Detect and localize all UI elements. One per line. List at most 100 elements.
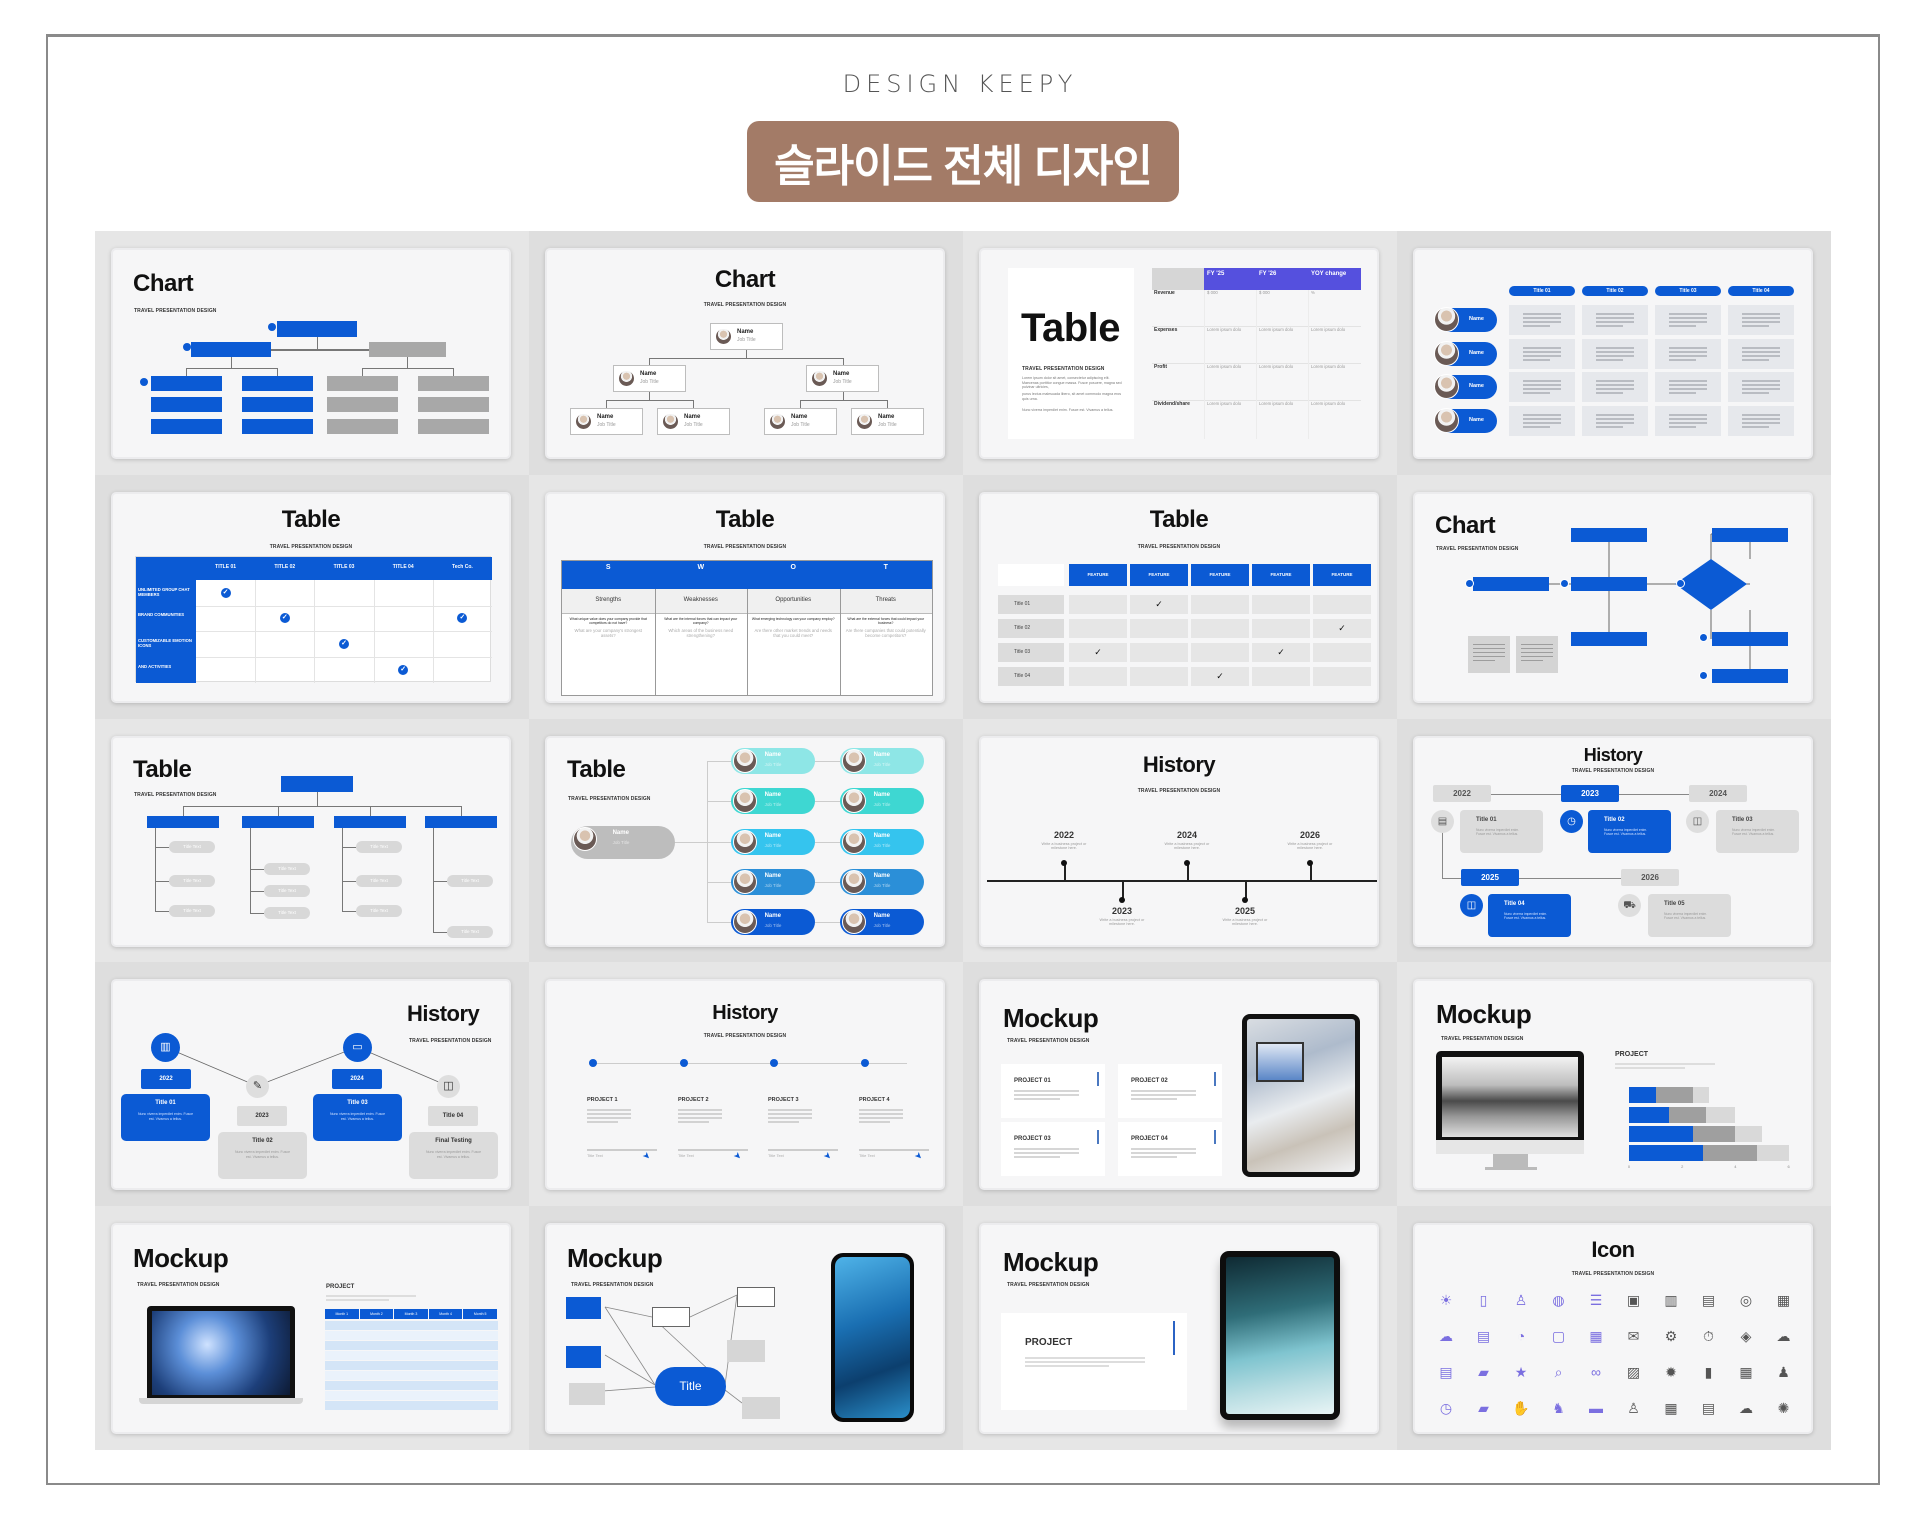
text-placeholder <box>1669 384 1707 386</box>
monitor-base <box>1485 1167 1537 1171</box>
title-text-label: Title Text <box>587 1153 603 1159</box>
slide-thumbnail-5[interactable]: Table TRAVEL PRESENTATION DESIGN TITLE 01 T… <box>111 491 511 703</box>
note-box <box>1516 635 1558 673</box>
connector-line <box>815 800 840 802</box>
column-header-pill: Title 01 <box>1509 286 1575 296</box>
name-label: Name <box>873 832 890 839</box>
project-label: PROJECT <box>326 1284 355 1291</box>
slide-thumbnail-4[interactable]: Title 01 Title 02 Title 03 Title 04 Name Name… <box>1413 248 1813 459</box>
text-placeholder <box>587 1109 631 1111</box>
text-placeholder <box>1596 380 1634 382</box>
bar-segment <box>1703 1145 1757 1162</box>
body-text: Lorem ipsum dolor sit amet, consectetur … <box>1022 376 1122 390</box>
swot-letter: W <box>697 563 705 571</box>
job-title-label: Job Title <box>764 842 782 848</box>
swot-prompt: Are there companies that could potential… <box>845 627 926 638</box>
tablet-mockup <box>1220 1251 1340 1421</box>
org-box <box>418 376 489 391</box>
slide-thumbnail-20[interactable]: Icon TRAVEL PRESENTATION DESIGN ☀ ▯ ♙ ◍ ☰ ▣ ▥ ▤ ◎ ▦… <box>1413 1223 1813 1435</box>
text-placeholder <box>1596 351 1634 353</box>
name-pill: Name Job Title <box>731 828 815 855</box>
text-placeholder <box>1523 359 1550 361</box>
slide-subtitle: TRAVEL PRESENTATION DESIGN <box>568 795 651 802</box>
icon-sample: ⏱ <box>1703 1328 1714 1345</box>
text-placeholder <box>768 1121 799 1123</box>
column-header-pill: Title 04 <box>1728 286 1794 296</box>
text-placeholder <box>1523 347 1561 349</box>
cell-value: Lorem ipsum dolo <box>1259 401 1294 406</box>
column-header: TITLE 01 <box>215 563 237 570</box>
column-header-pill: Title 03 <box>1655 286 1721 296</box>
slide-thumbnail-1[interactable]: Chart TRAVEL PRESENTATION DESIGN <box>111 248 511 459</box>
text-placeholder <box>1014 1156 1060 1158</box>
row-label: BRAND COMMUNITIES <box>138 612 185 618</box>
avatar-photo <box>715 328 732 345</box>
text-placeholder <box>1742 347 1780 349</box>
connector-line <box>370 805 371 816</box>
slide-title: Table <box>281 505 341 533</box>
text-placeholder <box>1742 392 1769 394</box>
name-pill: Name Job Title <box>731 787 815 814</box>
text-placeholder <box>1596 388 1634 390</box>
avatar-photo <box>842 788 866 813</box>
icon-sample: ▬ <box>1589 1400 1603 1417</box>
check-icon: ✓ <box>1252 642 1310 662</box>
slide-thumbnail-12[interactable]: History TRAVEL PRESENTATION DESIGN 2022 Tit… <box>1413 735 1813 947</box>
slide-thumbnail-13[interactable]: History TRAVEL PRESENTATION DESIGN ▥ ✎ ▭ ◫ 202… <box>111 979 511 1191</box>
slide-thumbnail-7[interactable]: Table TRAVEL PRESENTATION DESIGN FEATURE FE… <box>979 491 1379 703</box>
slide-thumbnail-14[interactable]: History TRAVEL PRESENTATION DESIGN PROJECT… <box>545 979 945 1191</box>
cursor-icon: ➤ <box>821 1150 835 1163</box>
slide-thumbnail-10[interactable]: Table TRAVEL PRESENTATION DESIGN Name Job T… <box>545 735 945 947</box>
brand-name: DESIGN KEEPY <box>842 70 1078 98</box>
org-box-top <box>281 775 353 792</box>
connector-line <box>183 805 184 816</box>
year-box: 2025 <box>1461 868 1519 886</box>
name-card: Name Job Title <box>570 408 643 435</box>
slide-thumbnail-15[interactable]: Mockup TRAVEL PRESENTATION DESIGN PROJECT … <box>979 979 1379 1191</box>
slide-thumbnail-9[interactable]: Table TRAVEL PRESENTATION DESIGN Title Tex… <box>111 735 511 947</box>
name-pill: Name Job Title <box>571 825 675 859</box>
title-text-pill: Title Text <box>169 840 215 853</box>
slide-subtitle: TRAVEL PRESENTATION DESIGN <box>137 1282 220 1289</box>
job-title-label: Job Title <box>737 337 756 343</box>
slide-thumbnail-8[interactable]: Chart TRAVEL PRESENTATION DESIGN <box>1413 491 1813 703</box>
timeline-text: Write a business project or milestone he… <box>1099 917 1145 927</box>
year-box: 2026 <box>1621 868 1679 886</box>
column-header: Month 3 <box>394 1309 428 1320</box>
slide-thumbnail-19[interactable]: Mockup TRAVEL PRESENTATION DESIGN PROJECT <box>979 1223 1379 1435</box>
name-label: Name <box>1469 316 1484 322</box>
slide-thumbnail-16[interactable]: Mockup TRAVEL PRESENTATION DESIGN PROJECT 0… <box>1413 979 1813 1191</box>
slide-thumbnail-2[interactable]: Chart TRAVEL PRESENTATION DESIGN Name Job T… <box>545 248 945 459</box>
slide-thumbnail-3[interactable]: Table TRAVEL PRESENTATION DESIGN Lorem ips… <box>979 248 1379 459</box>
check-icon: ✓ <box>457 613 468 624</box>
name-label: Name <box>684 414 701 420</box>
text-placeholder <box>1742 317 1780 319</box>
step-text: Nunc viverra imperdiet enim. Fusce est. … <box>425 1150 482 1159</box>
slide-thumbnail-6[interactable]: Table TRAVEL PRESENTATION DESIGN S Strength… <box>545 491 945 703</box>
category-box <box>147 815 219 828</box>
slide-title: Chart <box>714 266 776 293</box>
job-title-label: Job Title <box>597 422 616 428</box>
slide-subtitle: TRAVEL PRESENTATION DESIGN <box>703 1033 787 1040</box>
connector-line <box>342 910 356 912</box>
avatar-photo <box>733 788 757 813</box>
text-placeholder <box>1669 317 1707 319</box>
text-placeholder <box>1669 321 1707 323</box>
cell-value: $ 000 <box>1207 290 1218 295</box>
slide-thumbnail-17[interactable]: Mockup TRAVEL PRESENTATION DESIGN PROJECT M… <box>111 1223 511 1435</box>
slide-thumbnail-11[interactable]: History TRAVEL PRESENTATION DESIGN 2022 Wri… <box>979 735 1379 947</box>
monitor-mockup <box>1436 1051 1584 1141</box>
text-placeholder <box>1521 655 1553 658</box>
column-header: FY '25 <box>1207 271 1225 277</box>
event-title: Title 05 <box>1664 900 1685 907</box>
step-text: Nunc viverra imperdiet enim. Fusce est. … <box>137 1112 194 1121</box>
column-header: FEATURE <box>1313 563 1371 586</box>
text-placeholder <box>1669 426 1696 428</box>
icon-sample: ☰ <box>1589 1292 1603 1309</box>
text-placeholder <box>1025 1361 1145 1363</box>
step-number-marker <box>1699 632 1708 642</box>
connector-line <box>815 760 840 762</box>
slide-thumbnail-18[interactable]: Mockup TRAVEL PRESENTATION DESIGN Title <box>545 1223 945 1435</box>
icon-sample: ♞ <box>1552 1400 1565 1417</box>
monitor-chin <box>1436 1140 1584 1155</box>
